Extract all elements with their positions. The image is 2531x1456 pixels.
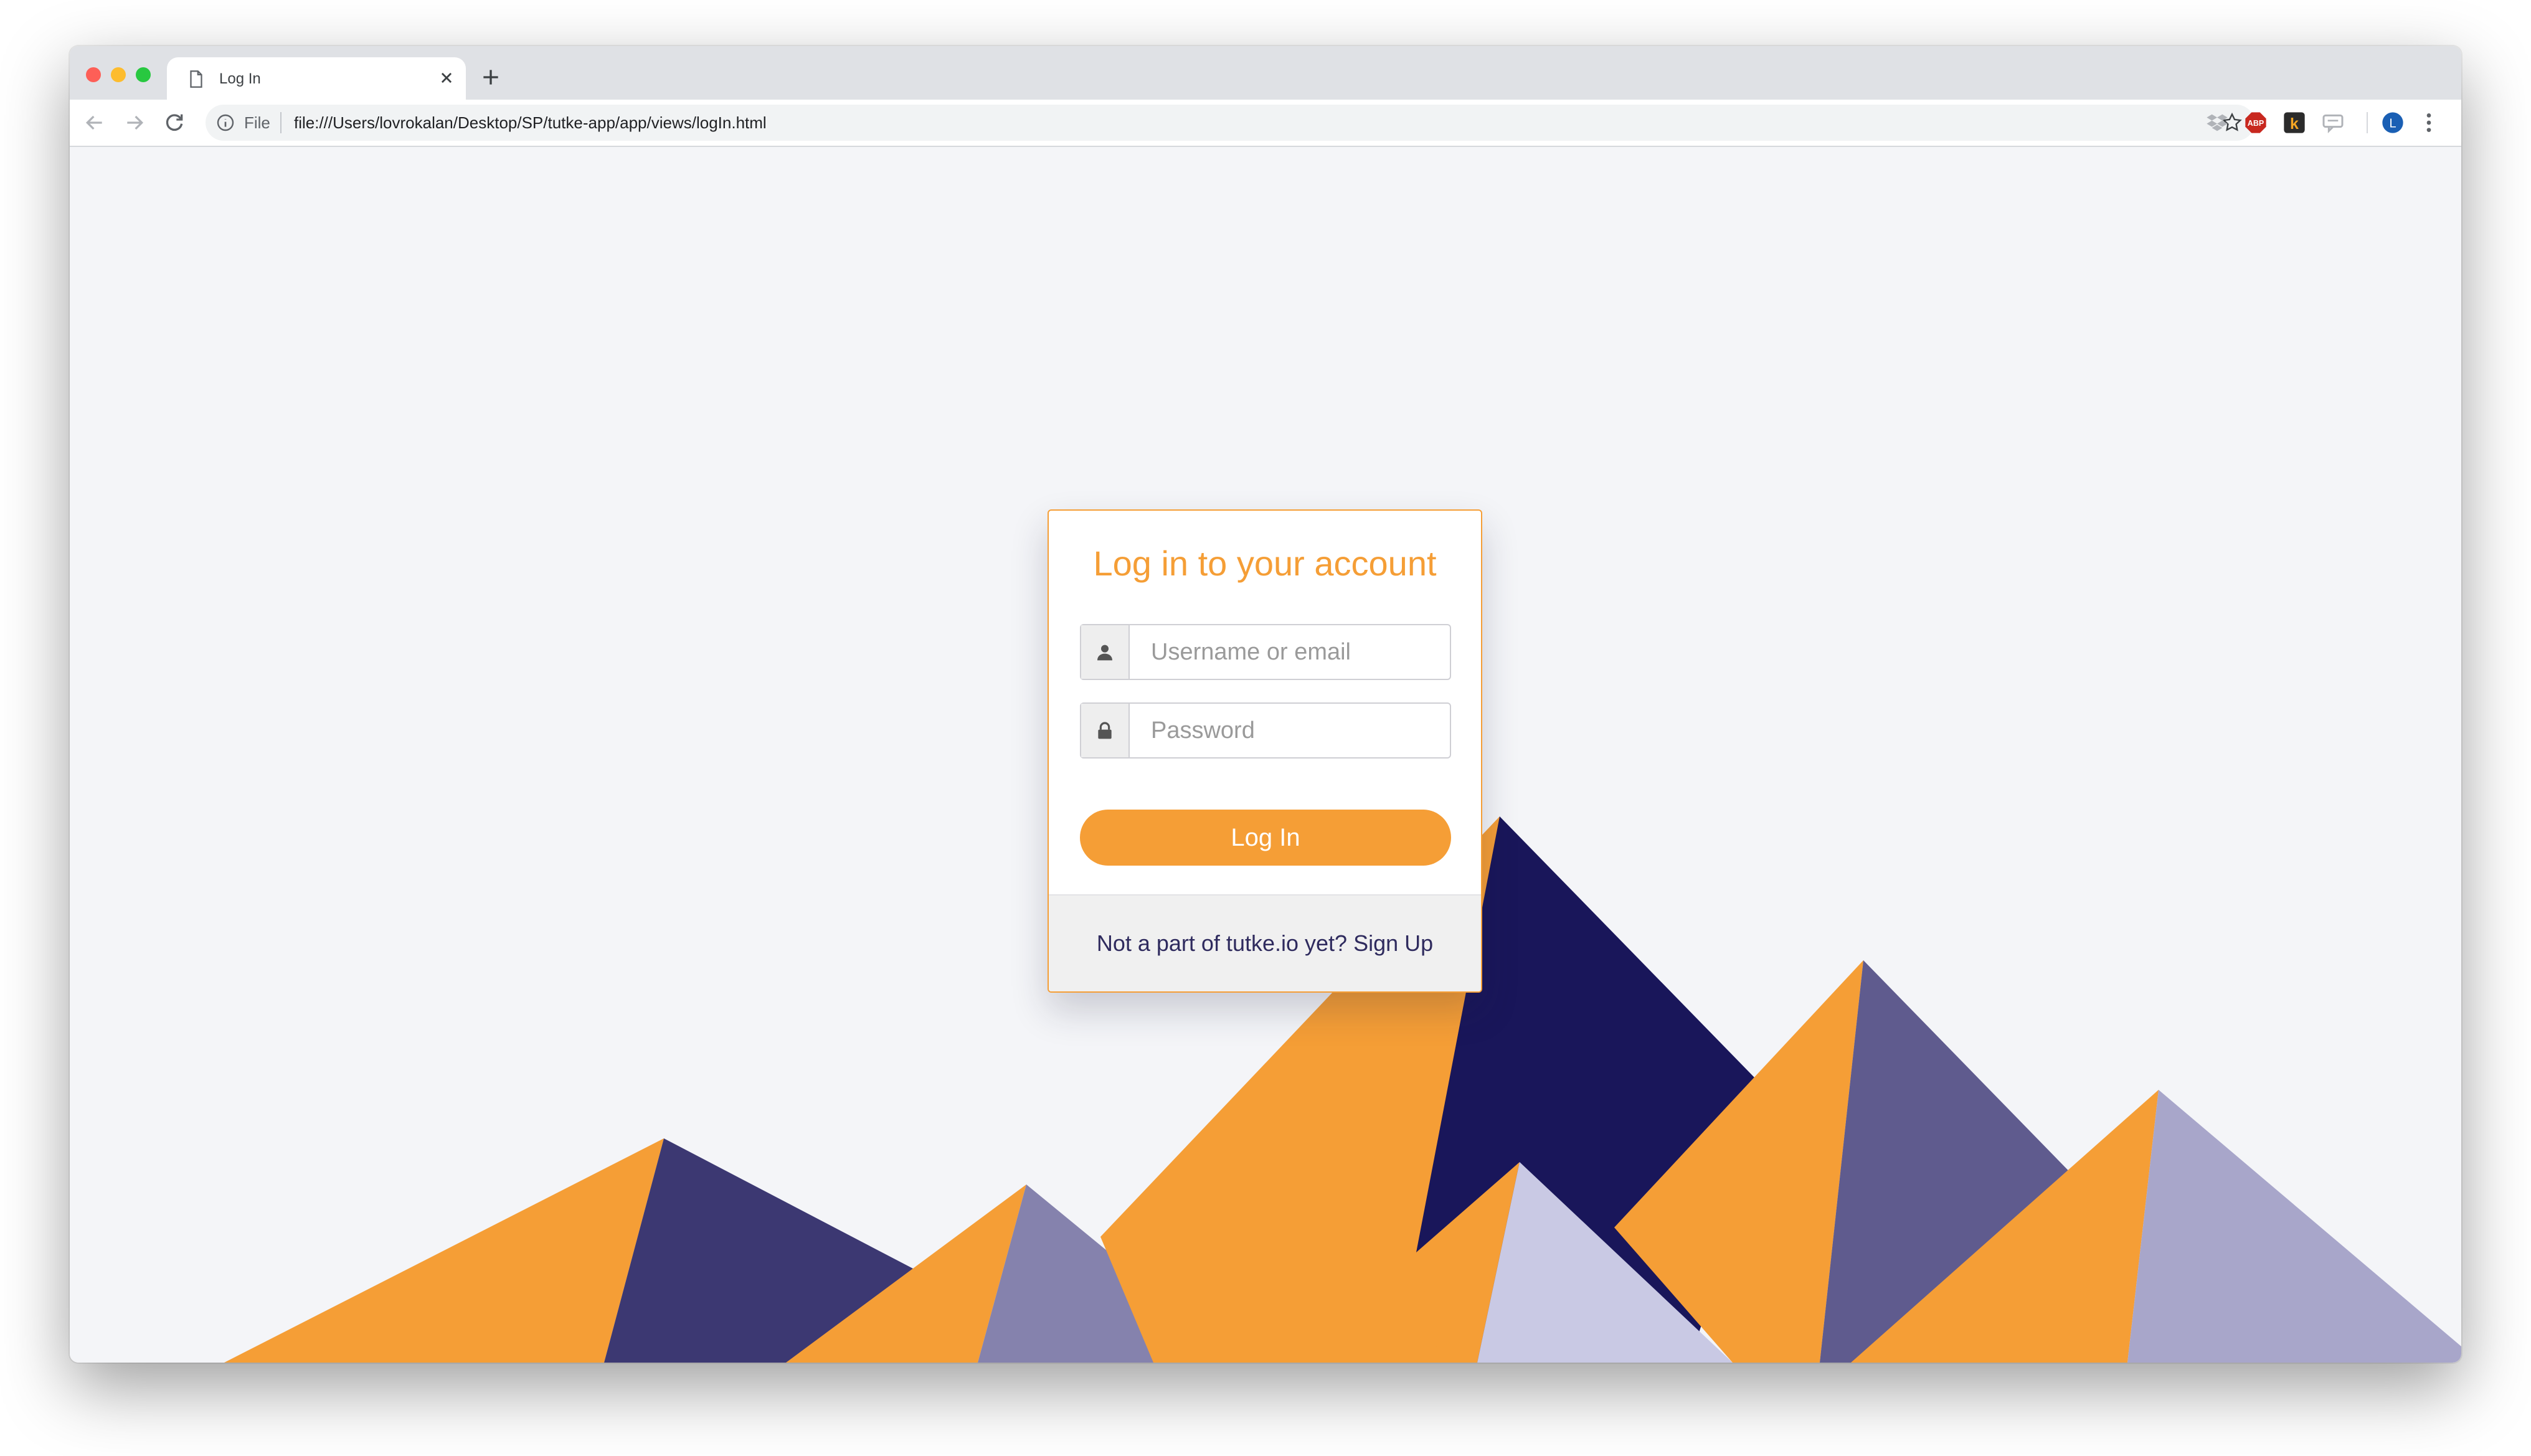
toolbar-separator — [2367, 112, 2368, 133]
new-tab-icon[interactable] — [478, 65, 503, 90]
profile-avatar[interactable]: L — [2380, 110, 2405, 135]
page-icon — [190, 70, 202, 88]
username-addon — [1081, 625, 1130, 679]
signup-footer: Not a part of tutke.io yet? Sign Up — [1049, 894, 1481, 991]
forward-icon[interactable] — [122, 110, 147, 135]
close-tab-icon[interactable] — [436, 67, 457, 88]
tab-strip: Log In — [70, 46, 2461, 100]
page-content: Log in to your account Username or email… — [70, 147, 2461, 1363]
maximize-window-button[interactable] — [136, 67, 151, 82]
menu-kebab-icon[interactable] — [2416, 110, 2441, 135]
close-window-button[interactable] — [86, 67, 101, 82]
login-card: Log in to your account Username or email… — [1048, 509, 1482, 993]
chat-extension-icon[interactable] — [2320, 110, 2345, 135]
dropbox-icon[interactable] — [2205, 110, 2230, 135]
tab-title: Log In — [219, 70, 261, 87]
password-input[interactable] — [1130, 704, 1450, 757]
tab-login[interactable]: Log In — [167, 57, 466, 100]
browser-window: Log In File file:///Users/lovrokalan/Des — [70, 46, 2461, 1363]
address-scheme: File — [244, 112, 281, 133]
info-icon[interactable] — [215, 113, 235, 133]
username-input[interactable] — [1130, 625, 1450, 679]
browser-toolbar: File file:///Users/lovrokalan/Desktop/SP… — [70, 100, 2461, 147]
svg-text:L: L — [2389, 117, 2396, 131]
address-url[interactable]: file:///Users/lovrokalan/Desktop/SP/tutk… — [294, 105, 767, 141]
lock-icon — [1098, 722, 1112, 739]
minimize-window-button[interactable] — [111, 67, 126, 82]
svg-text:ABP: ABP — [2248, 119, 2264, 128]
svg-text:k: k — [2290, 115, 2299, 133]
user-icon — [1097, 645, 1112, 661]
reload-icon[interactable] — [162, 110, 187, 135]
signup-link[interactable]: Sign Up — [1353, 930, 1433, 956]
adblock-plus-icon[interactable]: ABP — [2243, 110, 2268, 135]
mountain-6-dark — [2127, 1090, 2461, 1363]
address-bar[interactable]: File file:///Users/lovrokalan/Desktop/SP… — [206, 105, 2254, 141]
login-button[interactable]: Log In — [1080, 810, 1451, 866]
signup-prompt: Not a part of tutke.io yet? — [1096, 930, 1348, 956]
password-addon — [1081, 704, 1130, 757]
login-title: Log in to your account — [1093, 544, 1437, 583]
back-icon[interactable] — [82, 110, 107, 135]
k-extension-icon[interactable]: k — [2282, 110, 2307, 135]
password-field — [1080, 702, 1451, 759]
mountain-1-light — [224, 1138, 664, 1363]
username-field — [1080, 624, 1451, 680]
